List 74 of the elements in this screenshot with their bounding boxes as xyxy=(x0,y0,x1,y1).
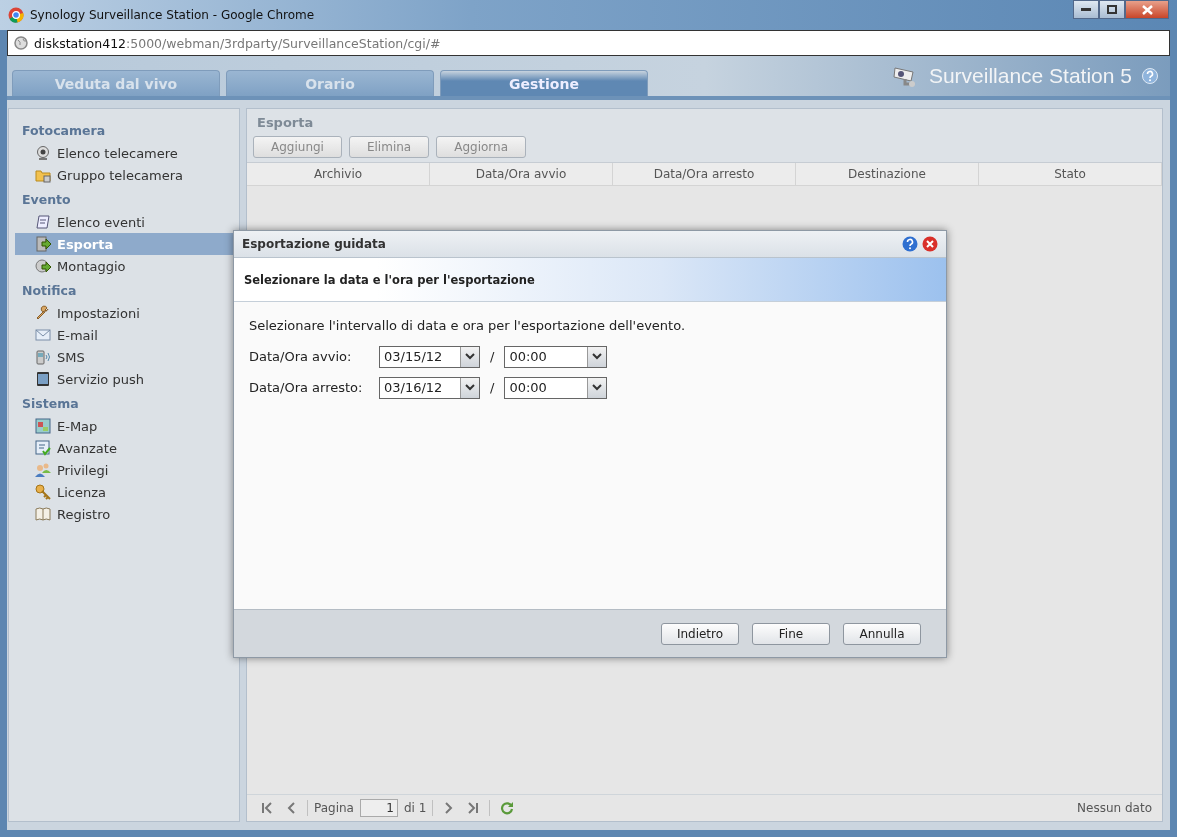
separator-text: / xyxy=(490,349,495,364)
field-label: Data/Ora avvio: xyxy=(249,349,353,364)
sidebar-item[interactable]: Servizio push xyxy=(15,368,233,390)
close-icon[interactable] xyxy=(922,236,938,252)
sidebar-item[interactable]: Licenza xyxy=(15,481,233,503)
dialog-button[interactable]: Fine xyxy=(752,622,830,645)
help-icon[interactable] xyxy=(1142,68,1158,84)
section-heading: Notifica xyxy=(21,282,78,300)
sidebar-item[interactable]: SMS xyxy=(15,346,233,368)
section-heading: Fotocamera xyxy=(21,122,107,140)
page-count: di 1 xyxy=(403,801,427,815)
close-button[interactable] xyxy=(1125,0,1169,19)
sidebar-item[interactable]: E-mail xyxy=(15,324,233,346)
minimize-icon xyxy=(1081,7,1091,12)
minimize-button[interactable] xyxy=(1073,0,1099,19)
close-icon xyxy=(1141,4,1153,15)
app-title: Surveillance Station 5 xyxy=(928,64,1132,88)
globe-icon xyxy=(14,36,28,50)
refresh-icon[interactable] xyxy=(500,801,515,815)
window-title: Synology Surveillance Station - Google Chrome xyxy=(30,8,316,22)
panel-title: Esporta xyxy=(247,109,1162,134)
column-header[interactable]: Destinazione xyxy=(796,163,979,185)
dialog-title: Esportazione guidata xyxy=(242,237,387,251)
sidebar-item[interactable]: Privilegi xyxy=(15,459,233,481)
last-page-icon[interactable] xyxy=(467,802,480,814)
sidebar-item[interactable]: Impostazioni xyxy=(15,302,233,324)
date-field[interactable]: 03/15/12 xyxy=(379,345,480,368)
sidebar-item[interactable]: Elenco telecamere xyxy=(15,142,233,164)
checklist-icon xyxy=(35,440,51,456)
page-label: Pagina xyxy=(314,801,354,815)
dialog-button[interactable]: Indietro xyxy=(661,622,739,645)
sidebar-item[interactable]: E-Map xyxy=(15,415,233,437)
first-page-icon[interactable] xyxy=(261,802,273,814)
separator-text: / xyxy=(490,380,495,395)
page-field[interactable]: 1 xyxy=(359,799,398,817)
phone-icon xyxy=(35,349,51,365)
maximize-button[interactable] xyxy=(1099,0,1125,19)
book-icon xyxy=(35,506,51,522)
film-arrow-icon xyxy=(35,236,51,252)
status-text: Nessun dato xyxy=(1077,801,1152,815)
people-icon xyxy=(35,462,51,478)
sidebar-item[interactable]: Elenco eventi xyxy=(15,211,233,233)
time-field[interactable]: 00:00 xyxy=(504,345,608,368)
help-icon[interactable] xyxy=(902,236,918,252)
sidebar-item[interactable]: Gruppo telecamera xyxy=(15,164,233,186)
url-text: diskstation412:5000/webman/3rdparty/SurveillanceStation/cgi/# xyxy=(34,35,441,51)
column-header[interactable]: Data/Ora arresto xyxy=(613,163,796,185)
time-field[interactable]: 00:00 xyxy=(504,376,608,399)
document-icon xyxy=(35,214,51,230)
chrome-logo-icon xyxy=(8,7,24,23)
wrench-icon xyxy=(35,305,51,321)
column-header[interactable]: Stato xyxy=(979,163,1162,185)
address-bar[interactable]: diskstation412:5000/webman/3rdparty/SurveillanceStation/cgi/# xyxy=(7,30,1170,56)
tablet-icon xyxy=(35,371,51,387)
sidebar-item[interactable]: Registro xyxy=(15,503,233,525)
date-field[interactable]: 03/16/12 xyxy=(379,376,480,399)
envelope-icon xyxy=(35,327,51,343)
section-heading: Sistema xyxy=(21,395,80,413)
section-heading: Evento xyxy=(21,191,72,209)
folder-icon xyxy=(35,167,51,183)
sidebar-item[interactable]: Montaggio xyxy=(15,255,233,277)
next-page-icon[interactable] xyxy=(443,802,454,814)
step-title: Selezionare la data e l'ora per l'esportazione xyxy=(244,272,535,287)
instruction-text: Selezionare l'intervallo di data e ora per l'esportazione dell'evento. xyxy=(249,318,686,333)
maximize-icon xyxy=(1107,5,1117,14)
field-label: Data/Ora arresto: xyxy=(249,380,364,395)
sidebar-item[interactable]: Avanzate xyxy=(15,437,233,459)
column-header[interactable]: Archivio xyxy=(247,163,430,185)
key-icon xyxy=(35,484,51,500)
dialog-button[interactable]: Annulla xyxy=(843,622,921,645)
webcam-icon xyxy=(35,145,51,161)
map-icon xyxy=(35,418,51,434)
column-header[interactable]: Data/Ora avvio xyxy=(430,163,613,185)
previous-page-icon[interactable] xyxy=(287,802,297,814)
